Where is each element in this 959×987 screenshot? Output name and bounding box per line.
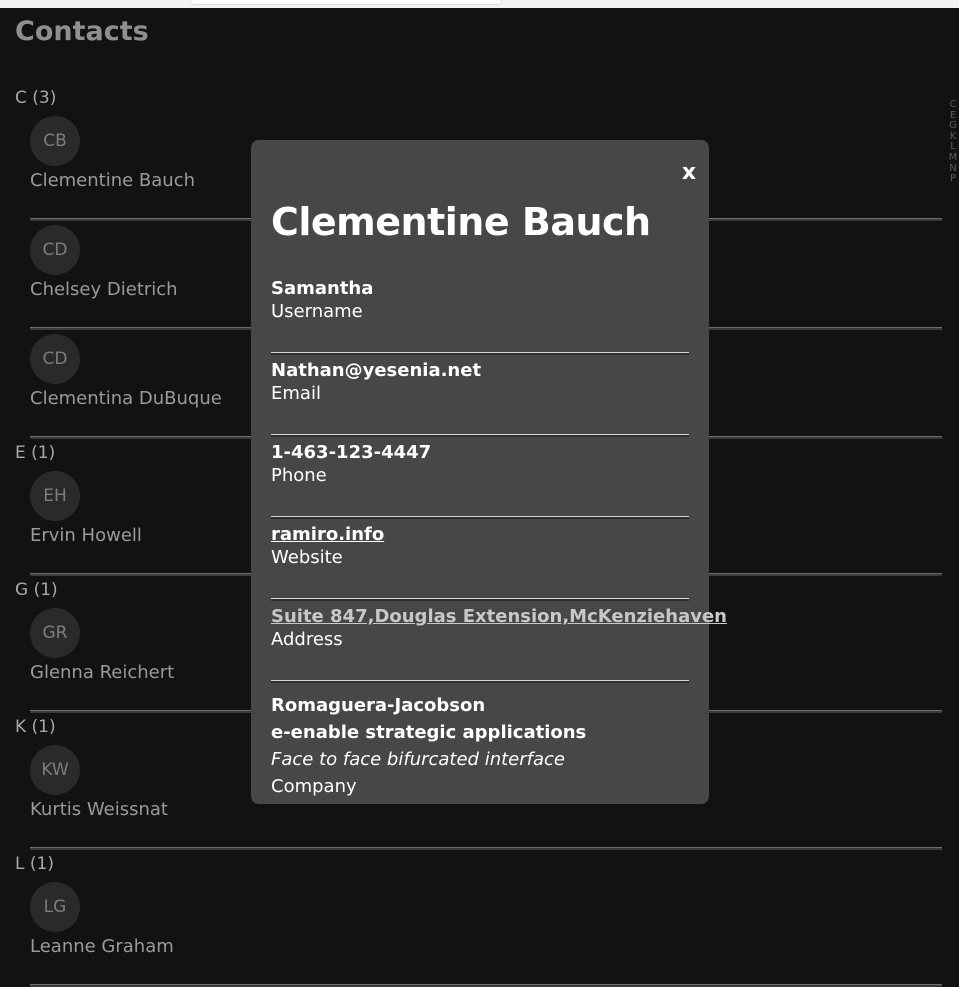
contact-name: Ervin Howell	[30, 525, 142, 546]
alpha-index-p[interactable]: P	[950, 174, 956, 185]
address-bar-edge[interactable]	[190, 0, 502, 5]
address-field: Suite 847,Douglas Extension,McKenziehave…	[271, 604, 727, 683]
avatar: LG	[30, 882, 80, 932]
company-field: Romaguera-Jacobson e-enable strategic ap…	[271, 686, 689, 800]
phone-label: Phone	[271, 465, 327, 486]
avatar: CB	[30, 116, 80, 166]
company-label: Company	[271, 776, 357, 797]
avatar: CD	[30, 225, 80, 275]
contact-name: Glenna Reichert	[30, 662, 175, 683]
contact-name: Clementine Bauch	[30, 170, 196, 191]
username-value: Samantha	[271, 278, 374, 299]
website-link[interactable]: ramiro.info	[271, 522, 689, 545]
website-label: Website	[271, 547, 343, 568]
contact-detail-modal: x Clementine Bauch Samantha Username Nat…	[251, 140, 727, 804]
phone-value: 1-463-123-4447	[271, 442, 432, 463]
avatar: CD	[30, 334, 80, 384]
section-l: L (1) LG Leanne Graham	[0, 850, 959, 987]
browser-top-bar	[0, 0, 959, 8]
avatar: EH	[30, 471, 80, 521]
email-value: Nathan@yesenia.net	[271, 360, 482, 381]
section-header: L (1)	[15, 854, 54, 874]
avatar: GR	[30, 608, 80, 658]
contact-name: Clementina DuBuque	[30, 388, 222, 409]
address-link[interactable]: Suite 847,Douglas Extension,McKenziehave…	[271, 604, 727, 627]
phone-field: 1-463-123-4447 Phone	[271, 440, 689, 519]
alpha-index-c[interactable]: C	[950, 99, 957, 111]
company-bs: e-enable strategic applications	[271, 722, 587, 743]
company-catch-phrase: Face to face bifurcated interface	[271, 749, 565, 770]
contact-detail-name: Clementine Bauch	[271, 200, 651, 244]
contact-name: Leanne Graham	[30, 936, 174, 957]
contact-detail-fields: Samantha Username Nathan@yesenia.net Ema…	[271, 276, 727, 800]
page-title: Contacts	[15, 16, 149, 47]
avatar: KW	[30, 745, 80, 795]
contact-name: Kurtis Weissnat	[30, 799, 168, 820]
alpha-index-m[interactable]: M	[949, 152, 958, 164]
contact-list-item[interactable]: LG Leanne Graham	[30, 878, 942, 987]
username-field: Samantha Username	[271, 276, 689, 355]
email-field: Nathan@yesenia.net Email	[271, 358, 689, 437]
username-label: Username	[271, 301, 363, 322]
email-label: Email	[271, 383, 321, 404]
website-field: ramiro.info Website	[271, 522, 689, 601]
address-label: Address	[271, 629, 343, 650]
company-name: Romaguera-Jacobson	[271, 695, 486, 716]
contact-name: Chelsey Dietrich	[30, 279, 178, 300]
section-header: C (3)	[15, 88, 57, 108]
close-button[interactable]: x	[679, 160, 699, 188]
alphabet-index: C E G K L M N P	[948, 99, 958, 185]
